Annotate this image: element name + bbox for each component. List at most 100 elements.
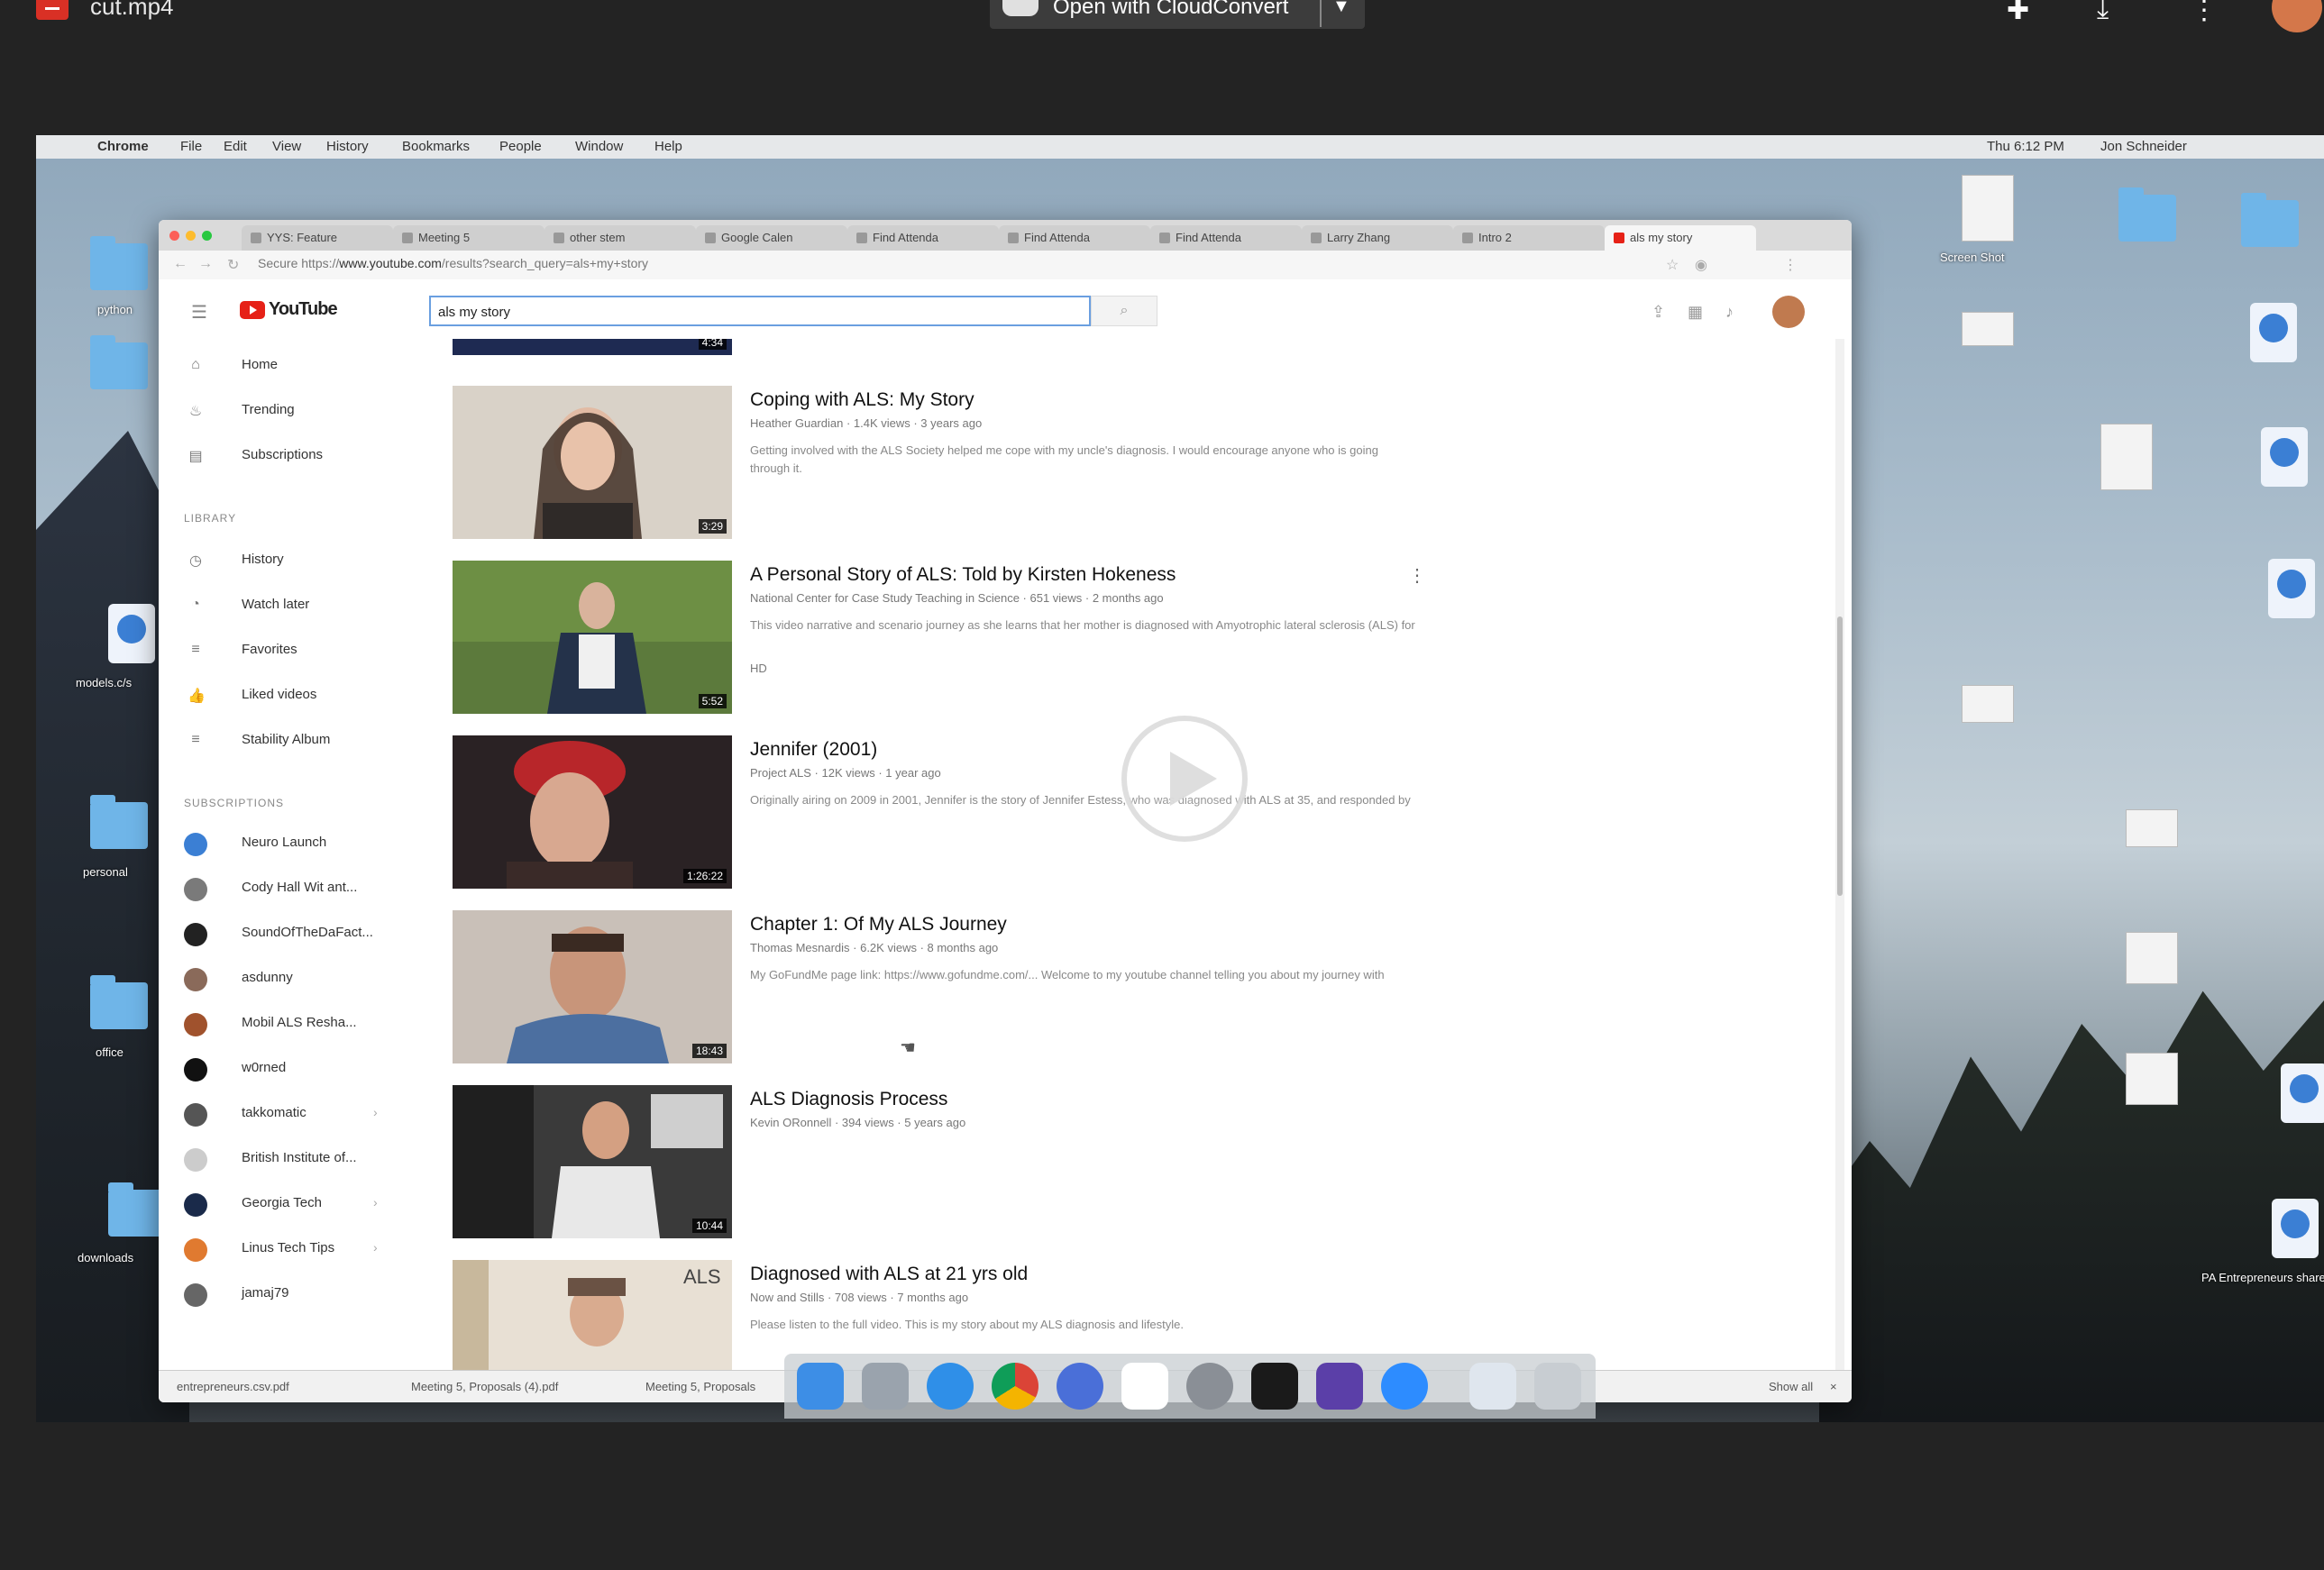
youtube-logo-icon[interactable] (240, 301, 265, 319)
subscription-item[interactable]: Cody Hall Wit ant... (159, 876, 411, 903)
menubar-user[interactable]: Jon Schneider (2100, 139, 2187, 154)
browser-tab[interactable]: Larry Zhang (1302, 225, 1453, 251)
reload-icon[interactable]: ↻ (227, 256, 239, 274)
desktop-file-icon[interactable] (1962, 175, 2014, 242)
sidebar-item-favorites[interactable]: ≡ Favorites (159, 638, 411, 665)
browser-tab[interactable]: Intro 2 (1453, 225, 1605, 251)
browser-tab[interactable]: Meeting 5 (393, 225, 544, 251)
upload-icon[interactable]: ⇪ (1652, 303, 1665, 322)
browser-tab[interactable]: other stem (544, 225, 696, 251)
desktop-file-icon[interactable] (2272, 1199, 2319, 1258)
video-title[interactable]: Coping with ALS: My Story (750, 389, 974, 411)
desktop-folder-icon[interactable] (90, 795, 148, 849)
browser-tab[interactable]: Find Attenda (999, 225, 1150, 251)
launchpad-icon[interactable] (862, 1363, 909, 1410)
visual-studio-icon[interactable] (1316, 1363, 1363, 1410)
sidebar-item-home[interactable]: ⌂ Home (159, 353, 411, 380)
bell-icon[interactable]: ♪ (1725, 303, 1734, 322)
desktop-file-icon[interactable] (1962, 685, 2014, 723)
search-box[interactable] (429, 296, 1091, 326)
menu-window[interactable]: Window (575, 139, 623, 154)
chrome-menu-icon[interactable]: ⋮ (1783, 256, 1798, 274)
subscription-item[interactable]: w0rned (159, 1056, 411, 1083)
menu-bookmarks[interactable]: Bookmarks (402, 139, 470, 154)
desktop-file-icon[interactable] (2100, 424, 2153, 490)
url-field[interactable]: Secure https://www.youtube.com/results?s… (258, 256, 648, 270)
desktop-folder-icon[interactable] (108, 1182, 166, 1237)
sidebar-item-stability-album[interactable]: ≡ Stability Album (159, 728, 411, 755)
menu-help[interactable]: Help (654, 139, 682, 154)
desktop-file-icon[interactable] (1962, 312, 2014, 346)
desktop-folder-icon[interactable] (90, 236, 148, 290)
extension-icon[interactable]: ◉ (1695, 256, 1707, 274)
desktop-file-icon[interactable] (2261, 427, 2308, 487)
subscription-item[interactable]: asdunny (159, 966, 411, 993)
more-vert-icon[interactable]: ⋮ (1408, 564, 1426, 587)
subscription-item[interactable]: jamaj79 (159, 1282, 411, 1309)
download-item[interactable]: Meeting 5, Proposals (4).pdf (411, 1380, 558, 1393)
menu-history[interactable]: History (326, 139, 369, 154)
trash-icon[interactable] (1534, 1363, 1581, 1410)
sidebar-item-history[interactable]: ◷ History (159, 548, 411, 575)
video-player[interactable]: Chrome File Edit View History Bookmarks … (36, 135, 2324, 1422)
desktop-file-icon[interactable] (108, 604, 155, 663)
subscription-item[interactable]: takkomatic › (159, 1101, 411, 1128)
desktop-file-icon[interactable] (2126, 809, 2178, 847)
list-item[interactable]: 1:26:22 Jennifer (2001) Project ALS · 12… (453, 735, 1444, 889)
documents-icon[interactable] (1469, 1363, 1516, 1410)
play-button[interactable] (1121, 716, 1248, 842)
video-thumbnail[interactable]: 1:26:22 (453, 735, 732, 889)
list-item[interactable]: 3:29 Coping with ALS: My Story Heather G… (453, 386, 1444, 539)
desktop-folder-icon[interactable] (2118, 187, 2176, 242)
youtube-logo[interactable]: YouTube (269, 299, 338, 320)
download-item[interactable]: entrepreneurs.csv.pdf (177, 1380, 289, 1393)
download-item[interactable]: Meeting 5, Proposals (645, 1380, 755, 1393)
video-thumbnail[interactable]: 5:52 (453, 561, 732, 714)
desktop-file-icon[interactable] (2126, 1053, 2178, 1105)
chrome-icon[interactable] (992, 1363, 1038, 1410)
menubar-clock[interactable]: Thu 6:12 PM (1987, 139, 2064, 154)
forward-icon[interactable]: → (198, 256, 213, 272)
browser-tab[interactable]: YYS: Feature (242, 225, 393, 251)
video-title[interactable]: Diagnosed with ALS at 21 yrs old (750, 1264, 1028, 1285)
browser-tab[interactable]: Find Attenda (1150, 225, 1302, 251)
menu-people[interactable]: People (499, 139, 542, 154)
safari-icon[interactable] (927, 1363, 974, 1410)
finder-icon[interactable] (797, 1363, 844, 1410)
video-thumbnail[interactable]: 4:34 (453, 339, 732, 355)
video-thumbnail[interactable]: 3:29 (453, 386, 732, 539)
video-thumbnail[interactable]: ALS (453, 1260, 732, 1370)
apps-icon[interactable]: ▦ (1688, 303, 1703, 322)
desktop-folder-icon[interactable] (2241, 193, 2299, 247)
list-item[interactable]: 4:34 (453, 339, 1444, 355)
back-icon[interactable]: ← (173, 256, 188, 272)
menu-icon[interactable]: ☰ (191, 301, 207, 324)
minimize-window-button[interactable] (186, 231, 196, 241)
add-comment-icon[interactable]: ✚ (2007, 0, 2029, 26)
subscription-item[interactable]: SoundOfTheDaFact... (159, 921, 411, 948)
video-thumbnail[interactable]: 18:43 (453, 910, 732, 1063)
video-title[interactable]: A Personal Story of ALS: Told by Kirsten… (750, 564, 1176, 586)
sidebar-item-trending[interactable]: ♨ Trending (159, 398, 411, 425)
desktop-folder-icon[interactable] (90, 335, 148, 389)
zoom-icon[interactable] (1381, 1363, 1428, 1410)
menu-edit[interactable]: Edit (224, 139, 247, 154)
list-item[interactable]: 5:52 A Personal Story of ALS: Told by Ki… (453, 561, 1444, 714)
sidebar-item-liked-videos[interactable]: 👍 Liked videos (159, 683, 411, 710)
browser-tab-active[interactable]: als my story (1605, 225, 1756, 251)
desktop-file-icon[interactable] (2268, 559, 2315, 618)
desktop-app-icon[interactable] (2250, 303, 2297, 362)
scrollbar-thumb[interactable] (1837, 616, 1843, 896)
video-thumbnail[interactable]: 10:44 (453, 1085, 732, 1238)
desktop-file-icon[interactable] (2281, 1063, 2324, 1123)
subscription-item[interactable]: Georgia Tech › (159, 1191, 411, 1219)
chevron-down-icon[interactable]: ▼ (1332, 0, 1350, 17)
open-with-button[interactable]: Open with CloudConvert ▼ (990, 0, 1365, 29)
subscription-item[interactable]: Neuro Launch (159, 831, 411, 858)
list-item[interactable]: 10:44 ALS Diagnosis Process Kevin ORonne… (453, 1085, 1444, 1238)
menu-view[interactable]: View (272, 139, 301, 154)
subscription-item[interactable]: British Institute of... (159, 1146, 411, 1173)
bookmark-star-icon[interactable]: ☆ (1666, 256, 1679, 274)
weather-icon[interactable] (1057, 1363, 1103, 1410)
menu-chrome[interactable]: Chrome (97, 139, 149, 154)
